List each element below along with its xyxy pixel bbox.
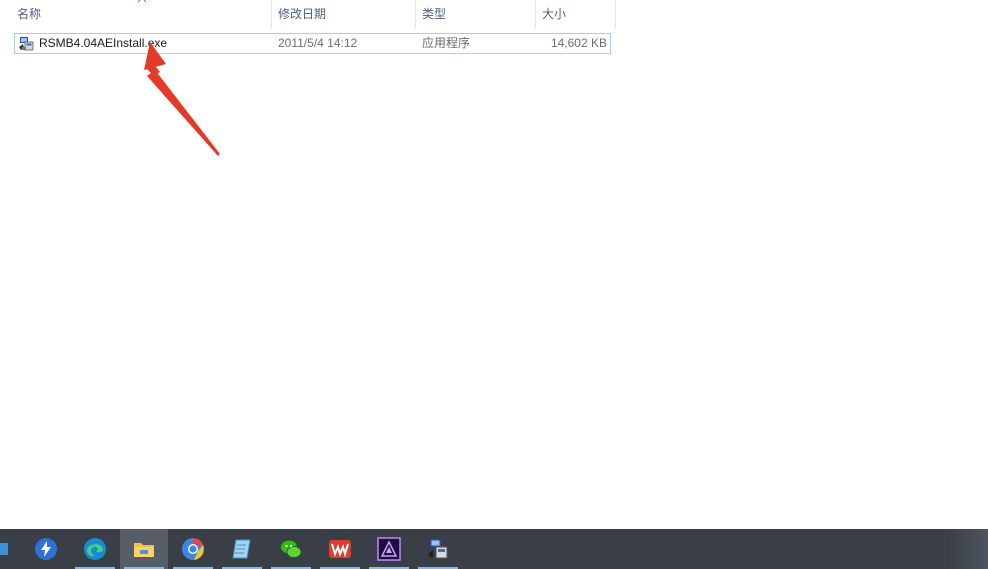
taskbar-after-effects[interactable] (365, 529, 413, 569)
after-effects-icon (377, 537, 401, 561)
lightning-app-icon (35, 538, 57, 560)
column-header-date-modified[interactable]: 修改日期 (272, 0, 416, 28)
column-header-type-label: 类型 (422, 7, 447, 21)
taskbar-edge-shade (948, 529, 988, 569)
red-arrow-annotation-icon (144, 42, 220, 156)
file-explorer-icon (134, 543, 154, 557)
taskbar-wechat[interactable] (267, 529, 315, 569)
taskbar-chrome-app[interactable] (169, 529, 217, 569)
wps-icon (329, 540, 351, 558)
file-size: 14,602 KB (550, 36, 607, 50)
taskbar-lightning-app[interactable] (22, 529, 70, 569)
column-header-name-label: 名称 (17, 7, 42, 21)
column-header-date-modified-label: 修改日期 (278, 7, 327, 21)
taskbar-installer[interactable] (414, 529, 462, 569)
column-header-type[interactable]: 类型 (416, 0, 536, 28)
taskbar (0, 529, 988, 569)
column-header-size-label: 大小 (542, 7, 567, 21)
sort-ascending-icon (137, 0, 147, 3)
column-header-bar: 名称 修改日期 类型 大小 (0, 0, 616, 28)
partial-taskbar-icon (0, 543, 8, 555)
chrome-app-icon (182, 538, 204, 560)
file-name: RSMB4.04AEInstall.exe (39, 36, 168, 50)
installer-icon (428, 539, 448, 559)
taskbar-wps[interactable] (316, 529, 364, 569)
taskbar-edge[interactable] (71, 529, 119, 569)
installer-icon (19, 37, 34, 51)
column-header-size[interactable]: 大小 (536, 0, 616, 28)
edge-icon (84, 538, 106, 560)
notepad-app-icon (232, 539, 251, 559)
taskbar-notepad-app[interactable] (218, 529, 266, 569)
file-type: 应用程序 (422, 36, 471, 50)
taskbar-file-explorer[interactable] (120, 529, 168, 569)
wechat-icon (281, 540, 302, 558)
file-date-modified: 2011/5/4 14:12 (278, 36, 358, 50)
column-header-name[interactable]: 名称 (11, 0, 272, 28)
file-row[interactable]: RSMB4.04AEInstall.exe 2011/5/4 14:12 应用程… (14, 33, 611, 54)
